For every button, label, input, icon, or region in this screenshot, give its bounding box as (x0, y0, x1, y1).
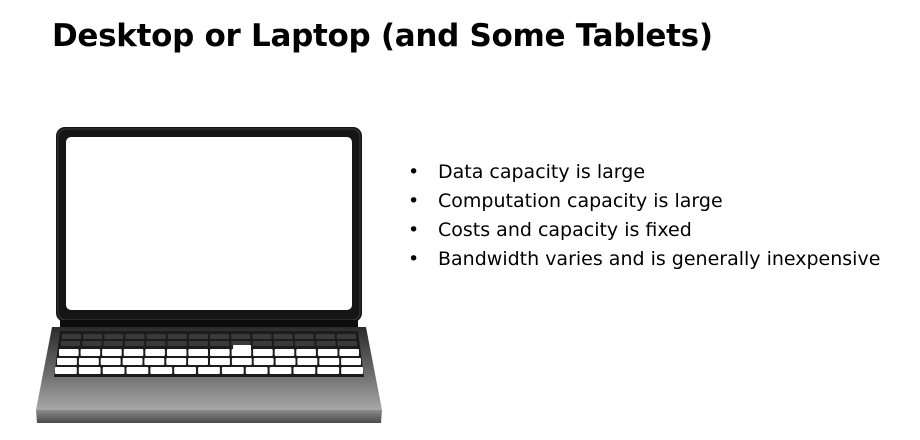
keyboard-key (167, 341, 187, 346)
keyboard-key (104, 334, 124, 339)
keyboard-key (319, 358, 340, 365)
keyboard-key (210, 334, 230, 339)
keyboard-key (296, 349, 316, 356)
keyboard-key (341, 358, 361, 365)
keyboard-key (144, 358, 165, 365)
keyboard-key (78, 367, 101, 374)
keyboard-key (166, 349, 187, 356)
keyboard-key (103, 341, 123, 346)
bullet-text: Computation capacity is large (438, 190, 723, 212)
keyboard-key (336, 334, 356, 339)
list-item: • Costs and capacity is fixed (406, 216, 880, 245)
keyboard-key (210, 349, 230, 356)
keyboard-key (80, 349, 101, 356)
keyboard-key (245, 367, 268, 374)
keyboard-key (145, 349, 165, 356)
keyboard-key (253, 358, 274, 365)
bullet-text: Data capacity is large (438, 161, 646, 183)
bullet-dot: • (408, 190, 420, 212)
keyboard-key (125, 334, 145, 339)
keyboard-key (57, 358, 77, 365)
keyboard-key (102, 367, 125, 374)
keyboard-key (231, 358, 252, 365)
keyboard-key (146, 341, 166, 346)
keyboard-key (252, 334, 272, 339)
keyboard-key (297, 358, 318, 365)
list-item: • Bandwidth varies and is generally inexp… (406, 245, 880, 274)
list-item: • Data capacity is large (406, 158, 880, 187)
keyboard-key (252, 341, 272, 346)
bullet-text: Bandwidth varies and is generally inexpe… (438, 248, 881, 270)
keyboard-key (231, 349, 252, 356)
keyboard-key (210, 358, 230, 365)
keyboard-key (100, 358, 121, 365)
keyboard-key (273, 334, 293, 339)
bullet-dot: • (408, 248, 420, 270)
keyboard-key (59, 349, 79, 356)
laptop-base-front (36, 410, 382, 423)
keyboard-key (122, 358, 143, 365)
keyboard-key (339, 349, 359, 356)
keyboard-key (83, 334, 103, 339)
keyboard-key (231, 334, 251, 339)
keyboard-key (146, 334, 166, 339)
bullet-text: Costs and capacity is fixed (438, 219, 692, 241)
keyboard-key (294, 334, 314, 339)
keyboard-key (341, 367, 363, 374)
keyboard-key (233, 345, 251, 350)
keyboard-key (188, 358, 208, 365)
keyboard-key (316, 341, 336, 346)
keyboard-key (293, 367, 316, 374)
laptop-screen (66, 137, 352, 310)
keyboard-key (124, 341, 145, 346)
bullet-dot: • (408, 161, 420, 183)
keyboard-key (317, 367, 340, 374)
bullet-dot: • (408, 219, 420, 241)
keyboard-key (315, 334, 335, 339)
keyboard-key (273, 341, 294, 346)
keyboard-key (210, 341, 230, 346)
keyboard-key (188, 341, 208, 346)
keyboard-key (62, 334, 82, 339)
keyboard-key (102, 349, 122, 356)
keyboard-key (167, 334, 187, 339)
keyboard-key (188, 349, 208, 356)
keyboard-key (317, 349, 338, 356)
keyboard-key (126, 367, 149, 374)
keyboard-key (174, 367, 196, 374)
keyboard-key (123, 349, 144, 356)
list-item: • Computation capacity is large (406, 187, 880, 216)
keyboard-key (82, 341, 102, 346)
laptop-hinge (60, 320, 358, 327)
bullet-list: • Data capacity is large • Computation cap… (406, 158, 880, 274)
keyboard-key (188, 334, 208, 339)
keyboard-key (295, 341, 315, 346)
keyboard-key (61, 341, 81, 346)
keyboard-key (269, 367, 292, 374)
keyboard-key (274, 349, 295, 356)
keyboard-key (253, 349, 273, 356)
keyboard-key (166, 358, 187, 365)
keyboard-key (221, 367, 244, 374)
keyboard-key (78, 358, 99, 365)
keyboard-key (275, 358, 296, 365)
keyboard-key (55, 367, 77, 374)
keyboard-key (198, 367, 220, 374)
keyboard-key (337, 341, 357, 346)
keyboard-key (150, 367, 173, 374)
